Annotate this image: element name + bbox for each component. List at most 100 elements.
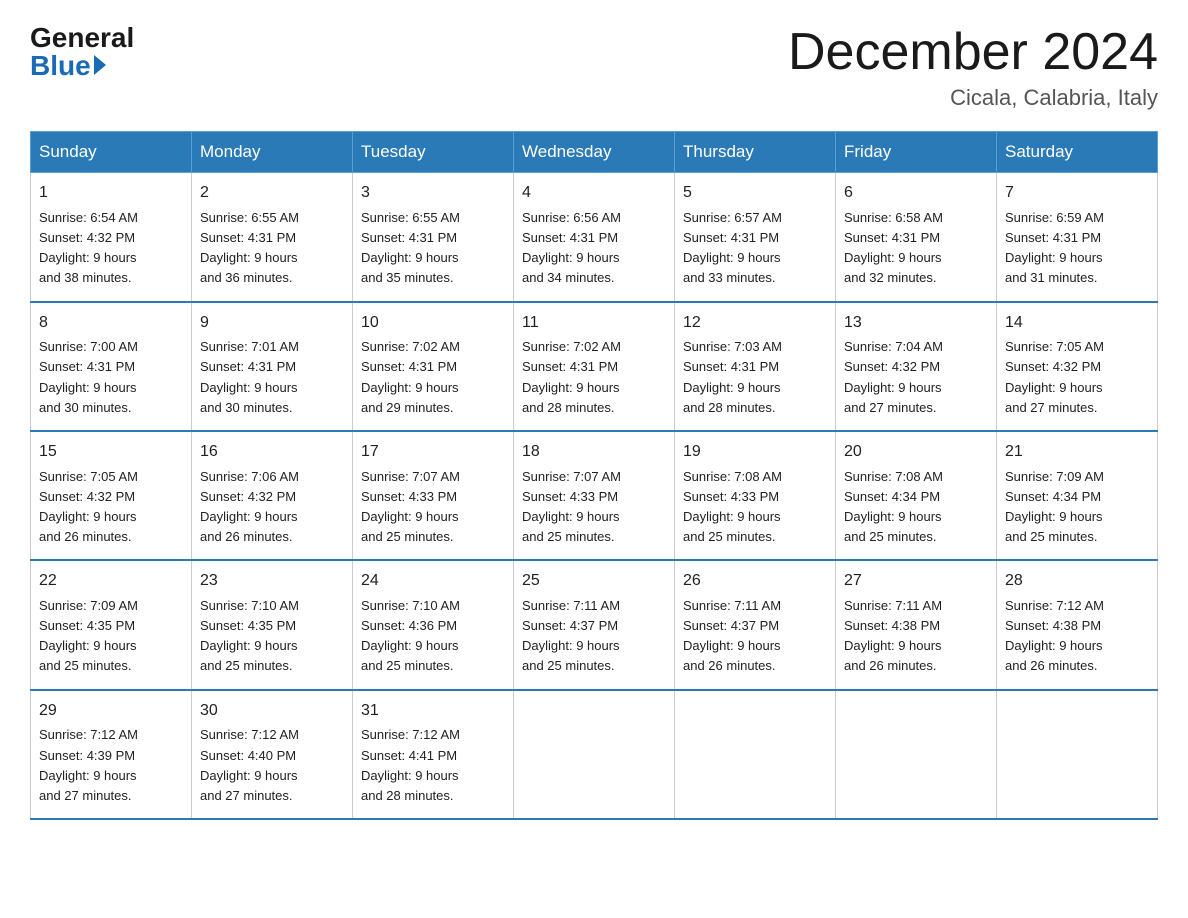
week-row-2: 8Sunrise: 7:00 AMSunset: 4:31 PMDaylight…: [31, 302, 1158, 431]
day-info: Sunrise: 6:55 AMSunset: 4:31 PMDaylight:…: [361, 208, 505, 289]
day-info: Sunrise: 7:08 AMSunset: 4:34 PMDaylight:…: [844, 467, 988, 548]
day-number: 27: [844, 569, 988, 594]
day-cell-2: 2Sunrise: 6:55 AMSunset: 4:31 PMDaylight…: [192, 173, 353, 302]
day-info: Sunrise: 7:12 AMSunset: 4:40 PMDaylight:…: [200, 725, 344, 806]
day-number: 6: [844, 181, 988, 206]
day-number: 24: [361, 569, 505, 594]
day-info: Sunrise: 7:11 AMSunset: 4:38 PMDaylight:…: [844, 596, 988, 677]
day-number: 22: [39, 569, 183, 594]
logo-triangle-icon: [94, 55, 106, 75]
day-info: Sunrise: 6:57 AMSunset: 4:31 PMDaylight:…: [683, 208, 827, 289]
title-section: December 2024 Cicala, Calabria, Italy: [788, 24, 1158, 111]
day-info: Sunrise: 7:02 AMSunset: 4:31 PMDaylight:…: [361, 337, 505, 418]
month-title: December 2024: [788, 24, 1158, 81]
day-cell-23: 23Sunrise: 7:10 AMSunset: 4:35 PMDayligh…: [192, 560, 353, 689]
day-number: 4: [522, 181, 666, 206]
day-cell-14: 14Sunrise: 7:05 AMSunset: 4:32 PMDayligh…: [997, 302, 1158, 431]
day-info: Sunrise: 7:00 AMSunset: 4:31 PMDaylight:…: [39, 337, 183, 418]
day-cell-12: 12Sunrise: 7:03 AMSunset: 4:31 PMDayligh…: [675, 302, 836, 431]
day-number: 10: [361, 311, 505, 336]
logo: General Blue: [30, 24, 134, 80]
day-cell-28: 28Sunrise: 7:12 AMSunset: 4:38 PMDayligh…: [997, 560, 1158, 689]
week-row-5: 29Sunrise: 7:12 AMSunset: 4:39 PMDayligh…: [31, 690, 1158, 819]
week-row-4: 22Sunrise: 7:09 AMSunset: 4:35 PMDayligh…: [31, 560, 1158, 689]
day-info: Sunrise: 7:10 AMSunset: 4:35 PMDaylight:…: [200, 596, 344, 677]
page-header: General Blue December 2024 Cicala, Calab…: [30, 24, 1158, 111]
weekday-header-wednesday: Wednesday: [514, 132, 675, 173]
day-info: Sunrise: 6:59 AMSunset: 4:31 PMDaylight:…: [1005, 208, 1149, 289]
day-info: Sunrise: 7:12 AMSunset: 4:39 PMDaylight:…: [39, 725, 183, 806]
day-number: 29: [39, 699, 183, 724]
day-number: 23: [200, 569, 344, 594]
day-cell-29: 29Sunrise: 7:12 AMSunset: 4:39 PMDayligh…: [31, 690, 192, 819]
day-info: Sunrise: 7:06 AMSunset: 4:32 PMDaylight:…: [200, 467, 344, 548]
day-cell-18: 18Sunrise: 7:07 AMSunset: 4:33 PMDayligh…: [514, 431, 675, 560]
day-info: Sunrise: 7:07 AMSunset: 4:33 PMDaylight:…: [361, 467, 505, 548]
day-info: Sunrise: 7:10 AMSunset: 4:36 PMDaylight:…: [361, 596, 505, 677]
day-cell-22: 22Sunrise: 7:09 AMSunset: 4:35 PMDayligh…: [31, 560, 192, 689]
day-number: 26: [683, 569, 827, 594]
day-info: Sunrise: 7:12 AMSunset: 4:41 PMDaylight:…: [361, 725, 505, 806]
day-number: 30: [200, 699, 344, 724]
day-cell-3: 3Sunrise: 6:55 AMSunset: 4:31 PMDaylight…: [353, 173, 514, 302]
day-number: 5: [683, 181, 827, 206]
day-cell-9: 9Sunrise: 7:01 AMSunset: 4:31 PMDaylight…: [192, 302, 353, 431]
day-number: 1: [39, 181, 183, 206]
day-number: 21: [1005, 440, 1149, 465]
day-info: Sunrise: 7:12 AMSunset: 4:38 PMDaylight:…: [1005, 596, 1149, 677]
day-number: 3: [361, 181, 505, 206]
day-info: Sunrise: 7:05 AMSunset: 4:32 PMDaylight:…: [1005, 337, 1149, 418]
day-number: 15: [39, 440, 183, 465]
day-info: Sunrise: 7:07 AMSunset: 4:33 PMDaylight:…: [522, 467, 666, 548]
empty-cell: [997, 690, 1158, 819]
day-number: 20: [844, 440, 988, 465]
weekday-header-monday: Monday: [192, 132, 353, 173]
day-number: 9: [200, 311, 344, 336]
day-cell-17: 17Sunrise: 7:07 AMSunset: 4:33 PMDayligh…: [353, 431, 514, 560]
day-cell-15: 15Sunrise: 7:05 AMSunset: 4:32 PMDayligh…: [31, 431, 192, 560]
day-cell-25: 25Sunrise: 7:11 AMSunset: 4:37 PMDayligh…: [514, 560, 675, 689]
day-cell-16: 16Sunrise: 7:06 AMSunset: 4:32 PMDayligh…: [192, 431, 353, 560]
day-number: 16: [200, 440, 344, 465]
day-cell-31: 31Sunrise: 7:12 AMSunset: 4:41 PMDayligh…: [353, 690, 514, 819]
empty-cell: [514, 690, 675, 819]
day-number: 17: [361, 440, 505, 465]
weekday-header-saturday: Saturday: [997, 132, 1158, 173]
day-number: 28: [1005, 569, 1149, 594]
day-cell-4: 4Sunrise: 6:56 AMSunset: 4:31 PMDaylight…: [514, 173, 675, 302]
day-cell-26: 26Sunrise: 7:11 AMSunset: 4:37 PMDayligh…: [675, 560, 836, 689]
day-number: 11: [522, 311, 666, 336]
day-info: Sunrise: 6:55 AMSunset: 4:31 PMDaylight:…: [200, 208, 344, 289]
week-row-3: 15Sunrise: 7:05 AMSunset: 4:32 PMDayligh…: [31, 431, 1158, 560]
day-cell-6: 6Sunrise: 6:58 AMSunset: 4:31 PMDaylight…: [836, 173, 997, 302]
day-number: 8: [39, 311, 183, 336]
day-number: 13: [844, 311, 988, 336]
day-cell-21: 21Sunrise: 7:09 AMSunset: 4:34 PMDayligh…: [997, 431, 1158, 560]
day-number: 31: [361, 699, 505, 724]
day-cell-13: 13Sunrise: 7:04 AMSunset: 4:32 PMDayligh…: [836, 302, 997, 431]
day-number: 7: [1005, 181, 1149, 206]
day-info: Sunrise: 7:09 AMSunset: 4:35 PMDaylight:…: [39, 596, 183, 677]
day-cell-1: 1Sunrise: 6:54 AMSunset: 4:32 PMDaylight…: [31, 173, 192, 302]
day-info: Sunrise: 7:08 AMSunset: 4:33 PMDaylight:…: [683, 467, 827, 548]
day-cell-8: 8Sunrise: 7:00 AMSunset: 4:31 PMDaylight…: [31, 302, 192, 431]
day-info: Sunrise: 7:01 AMSunset: 4:31 PMDaylight:…: [200, 337, 344, 418]
day-cell-19: 19Sunrise: 7:08 AMSunset: 4:33 PMDayligh…: [675, 431, 836, 560]
day-info: Sunrise: 6:56 AMSunset: 4:31 PMDaylight:…: [522, 208, 666, 289]
day-cell-30: 30Sunrise: 7:12 AMSunset: 4:40 PMDayligh…: [192, 690, 353, 819]
day-cell-20: 20Sunrise: 7:08 AMSunset: 4:34 PMDayligh…: [836, 431, 997, 560]
day-number: 14: [1005, 311, 1149, 336]
weekday-header-friday: Friday: [836, 132, 997, 173]
day-info: Sunrise: 7:05 AMSunset: 4:32 PMDaylight:…: [39, 467, 183, 548]
day-cell-7: 7Sunrise: 6:59 AMSunset: 4:31 PMDaylight…: [997, 173, 1158, 302]
empty-cell: [675, 690, 836, 819]
weekday-header-row: SundayMondayTuesdayWednesdayThursdayFrid…: [31, 132, 1158, 173]
weekday-header-thursday: Thursday: [675, 132, 836, 173]
day-info: Sunrise: 7:03 AMSunset: 4:31 PMDaylight:…: [683, 337, 827, 418]
day-number: 19: [683, 440, 827, 465]
week-row-1: 1Sunrise: 6:54 AMSunset: 4:32 PMDaylight…: [31, 173, 1158, 302]
day-cell-27: 27Sunrise: 7:11 AMSunset: 4:38 PMDayligh…: [836, 560, 997, 689]
day-info: Sunrise: 7:04 AMSunset: 4:32 PMDaylight:…: [844, 337, 988, 418]
day-info: Sunrise: 6:54 AMSunset: 4:32 PMDaylight:…: [39, 208, 183, 289]
day-cell-10: 10Sunrise: 7:02 AMSunset: 4:31 PMDayligh…: [353, 302, 514, 431]
